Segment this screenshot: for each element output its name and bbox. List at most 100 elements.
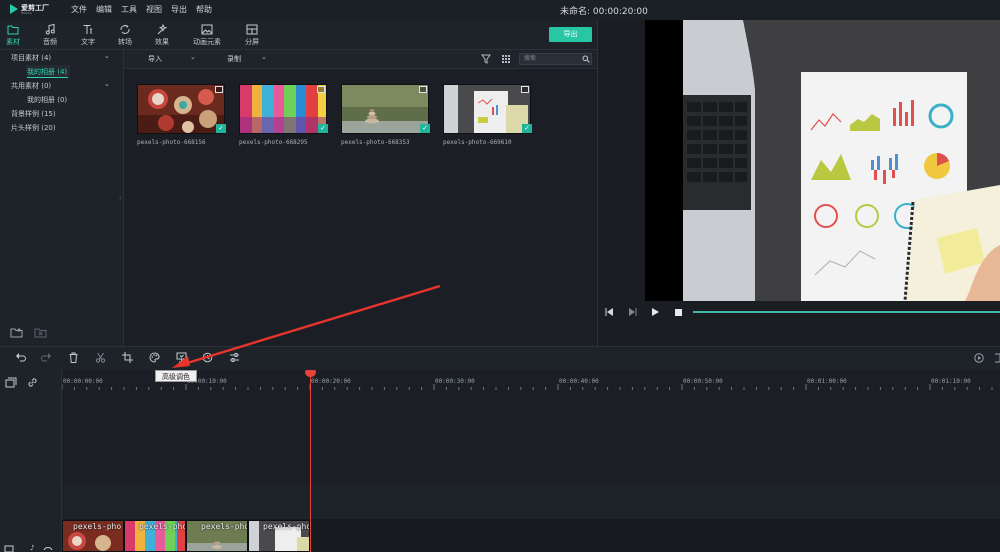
- ruler-label: 00:00:50:00: [683, 378, 723, 385]
- cut-icon[interactable]: [95, 352, 106, 363]
- playhead-line[interactable]: [310, 372, 311, 552]
- thumbnail-image: [444, 85, 530, 133]
- sidebar-item-background-samples[interactable]: 背景样例 (15): [11, 109, 56, 119]
- tab-label: 动画元素: [193, 38, 221, 46]
- chevron-down-icon[interactable]: ⌄: [104, 80, 110, 88]
- filter-icon[interactable]: [481, 54, 491, 64]
- tab-label: 转场: [118, 38, 132, 46]
- split-screen-icon: [246, 24, 258, 35]
- tab-split-screen[interactable]: 分屏: [240, 19, 264, 49]
- stop-icon[interactable]: [675, 309, 682, 316]
- timeline-clip[interactable]: pexels-pho: [124, 520, 186, 552]
- media-label: pexels-photo-668295: [239, 139, 308, 146]
- tab-label: 分屏: [245, 38, 259, 46]
- folder-icon: [7, 25, 19, 35]
- media-thumbnail[interactable]: [239, 84, 327, 134]
- link-icon[interactable]: [27, 377, 38, 388]
- track-visibility-icon[interactable]: [43, 545, 53, 552]
- sidebar-item-my-album-shared[interactable]: 我的相册 (0): [27, 95, 67, 105]
- menu-edit[interactable]: 编辑: [96, 4, 112, 15]
- menu-file[interactable]: 文件: [71, 4, 87, 15]
- clip-label: pexels-pho: [139, 522, 186, 531]
- tab-label: 音频: [43, 38, 57, 46]
- ruler-label: 00:00:30:00: [435, 378, 475, 385]
- crop-icon[interactable]: [122, 352, 133, 363]
- media-label: pexels-photo-668353: [341, 139, 410, 146]
- selection-underline: [27, 77, 68, 78]
- clip-label: pexels-pho: [263, 522, 310, 531]
- search-icon[interactable]: [582, 55, 590, 63]
- next-frame-icon[interactable]: [628, 308, 637, 316]
- previous-frame-icon[interactable]: [605, 308, 614, 316]
- chevron-down-icon[interactable]: ⌄: [190, 53, 196, 61]
- chevron-down-icon[interactable]: ⌄: [261, 53, 267, 61]
- timeline-clip[interactable]: pexels-pho: [248, 520, 310, 552]
- sidebar-item-shared-media[interactable]: 共用素材 (0): [11, 81, 51, 91]
- delete-icon[interactable]: [68, 352, 79, 363]
- ruler-label: 00:01:00:00: [807, 378, 847, 385]
- sidebar-item-project-media[interactable]: 项目素材 (4): [11, 53, 51, 63]
- ruler-label: 00:00:20:00: [311, 378, 351, 385]
- tab-media[interactable]: 素材: [2, 19, 24, 49]
- text-icon: [83, 25, 92, 34]
- tab-strip: 素材 音频 文字 转场 效果 动画元素 分屏: [0, 19, 597, 50]
- render-preview-icon[interactable]: [974, 353, 984, 363]
- thumbnail-image: [138, 85, 224, 133]
- menu-tools[interactable]: 工具: [121, 4, 137, 15]
- record-dropdown[interactable]: 录制: [227, 54, 241, 64]
- tab-text[interactable]: 文字: [76, 19, 100, 49]
- media-label: pexels-photo-668156: [137, 139, 206, 146]
- clip-label: pexels-pho: [201, 522, 248, 531]
- media-thumbnail[interactable]: [341, 84, 429, 134]
- export-button[interactable]: 导出: [549, 27, 592, 42]
- new-folder-icon[interactable]: [10, 327, 23, 338]
- marker-icon[interactable]: [994, 353, 1000, 363]
- media-thumbnail[interactable]: [137, 84, 225, 134]
- adjust-icon[interactable]: [229, 352, 240, 363]
- menu-help[interactable]: 帮助: [196, 4, 212, 15]
- track-lock-icon[interactable]: [4, 545, 16, 552]
- play-icon[interactable]: [652, 308, 660, 316]
- timeline-clip[interactable]: pexels-pho: [186, 520, 248, 552]
- thumbnail-image: [342, 85, 428, 133]
- track-audio-icon[interactable]: ♪: [30, 544, 34, 552]
- tab-effects[interactable]: 效果: [150, 19, 174, 49]
- timeline-track-overlay[interactable]: [62, 390, 1000, 485]
- track-header-column: [0, 370, 62, 552]
- image-icon: [317, 86, 325, 93]
- import-dropdown[interactable]: 导入: [148, 54, 162, 64]
- delete-folder-icon[interactable]: [34, 327, 47, 338]
- logo-mark-icon: [10, 4, 18, 14]
- timeline-track-secondary[interactable]: [62, 485, 1000, 519]
- timeline-ruler[interactable]: 00:00:00:00 00:00:10:00 00:00:20:00 00:0…: [62, 370, 1000, 390]
- menubar: 爱剪工厂 filmora 文件 编辑 工具 视图 导出 帮助 未命名: 00:0…: [0, 0, 1000, 19]
- checkmark-icon: ✓: [318, 124, 328, 133]
- chevron-down-icon[interactable]: ⌄: [104, 52, 110, 60]
- menu-export[interactable]: 导出: [171, 4, 187, 15]
- speed-icon[interactable]: [202, 352, 213, 363]
- collapse-handle-icon[interactable]: ‹: [119, 195, 121, 202]
- timeline-clip[interactable]: pexels-pho: [62, 520, 124, 552]
- color-palette-icon[interactable]: [149, 352, 160, 363]
- undo-icon[interactable]: [15, 352, 26, 363]
- tab-elements[interactable]: 动画元素: [190, 19, 224, 49]
- music-note-icon: [45, 24, 55, 35]
- logo-sub: filmora: [21, 11, 32, 15]
- tab-audio[interactable]: 音频: [38, 19, 62, 49]
- project-title: 未命名: 00:00:20:00: [560, 7, 648, 17]
- sidebar-item-intro-samples[interactable]: 片头样例 (20): [11, 123, 56, 133]
- sidebar-item-my-album[interactable]: 我的相册 (4): [27, 67, 67, 77]
- media-label: pexels-photo-669610: [443, 139, 512, 146]
- green-screen-icon[interactable]: [176, 352, 187, 363]
- ruler-label: 00:01:10:00: [931, 378, 971, 385]
- playback-controls: [597, 302, 1000, 322]
- grid-view-icon[interactable]: [501, 54, 511, 64]
- preview-image: [683, 20, 1000, 301]
- playback-progress-bar[interactable]: [693, 311, 1000, 313]
- add-track-icon[interactable]: [5, 377, 17, 388]
- menu-view[interactable]: 视图: [146, 4, 162, 15]
- tab-transition[interactable]: 转场: [113, 19, 137, 49]
- redo-icon[interactable]: [41, 352, 52, 363]
- transition-icon: [120, 25, 130, 34]
- media-thumbnail[interactable]: [443, 84, 531, 134]
